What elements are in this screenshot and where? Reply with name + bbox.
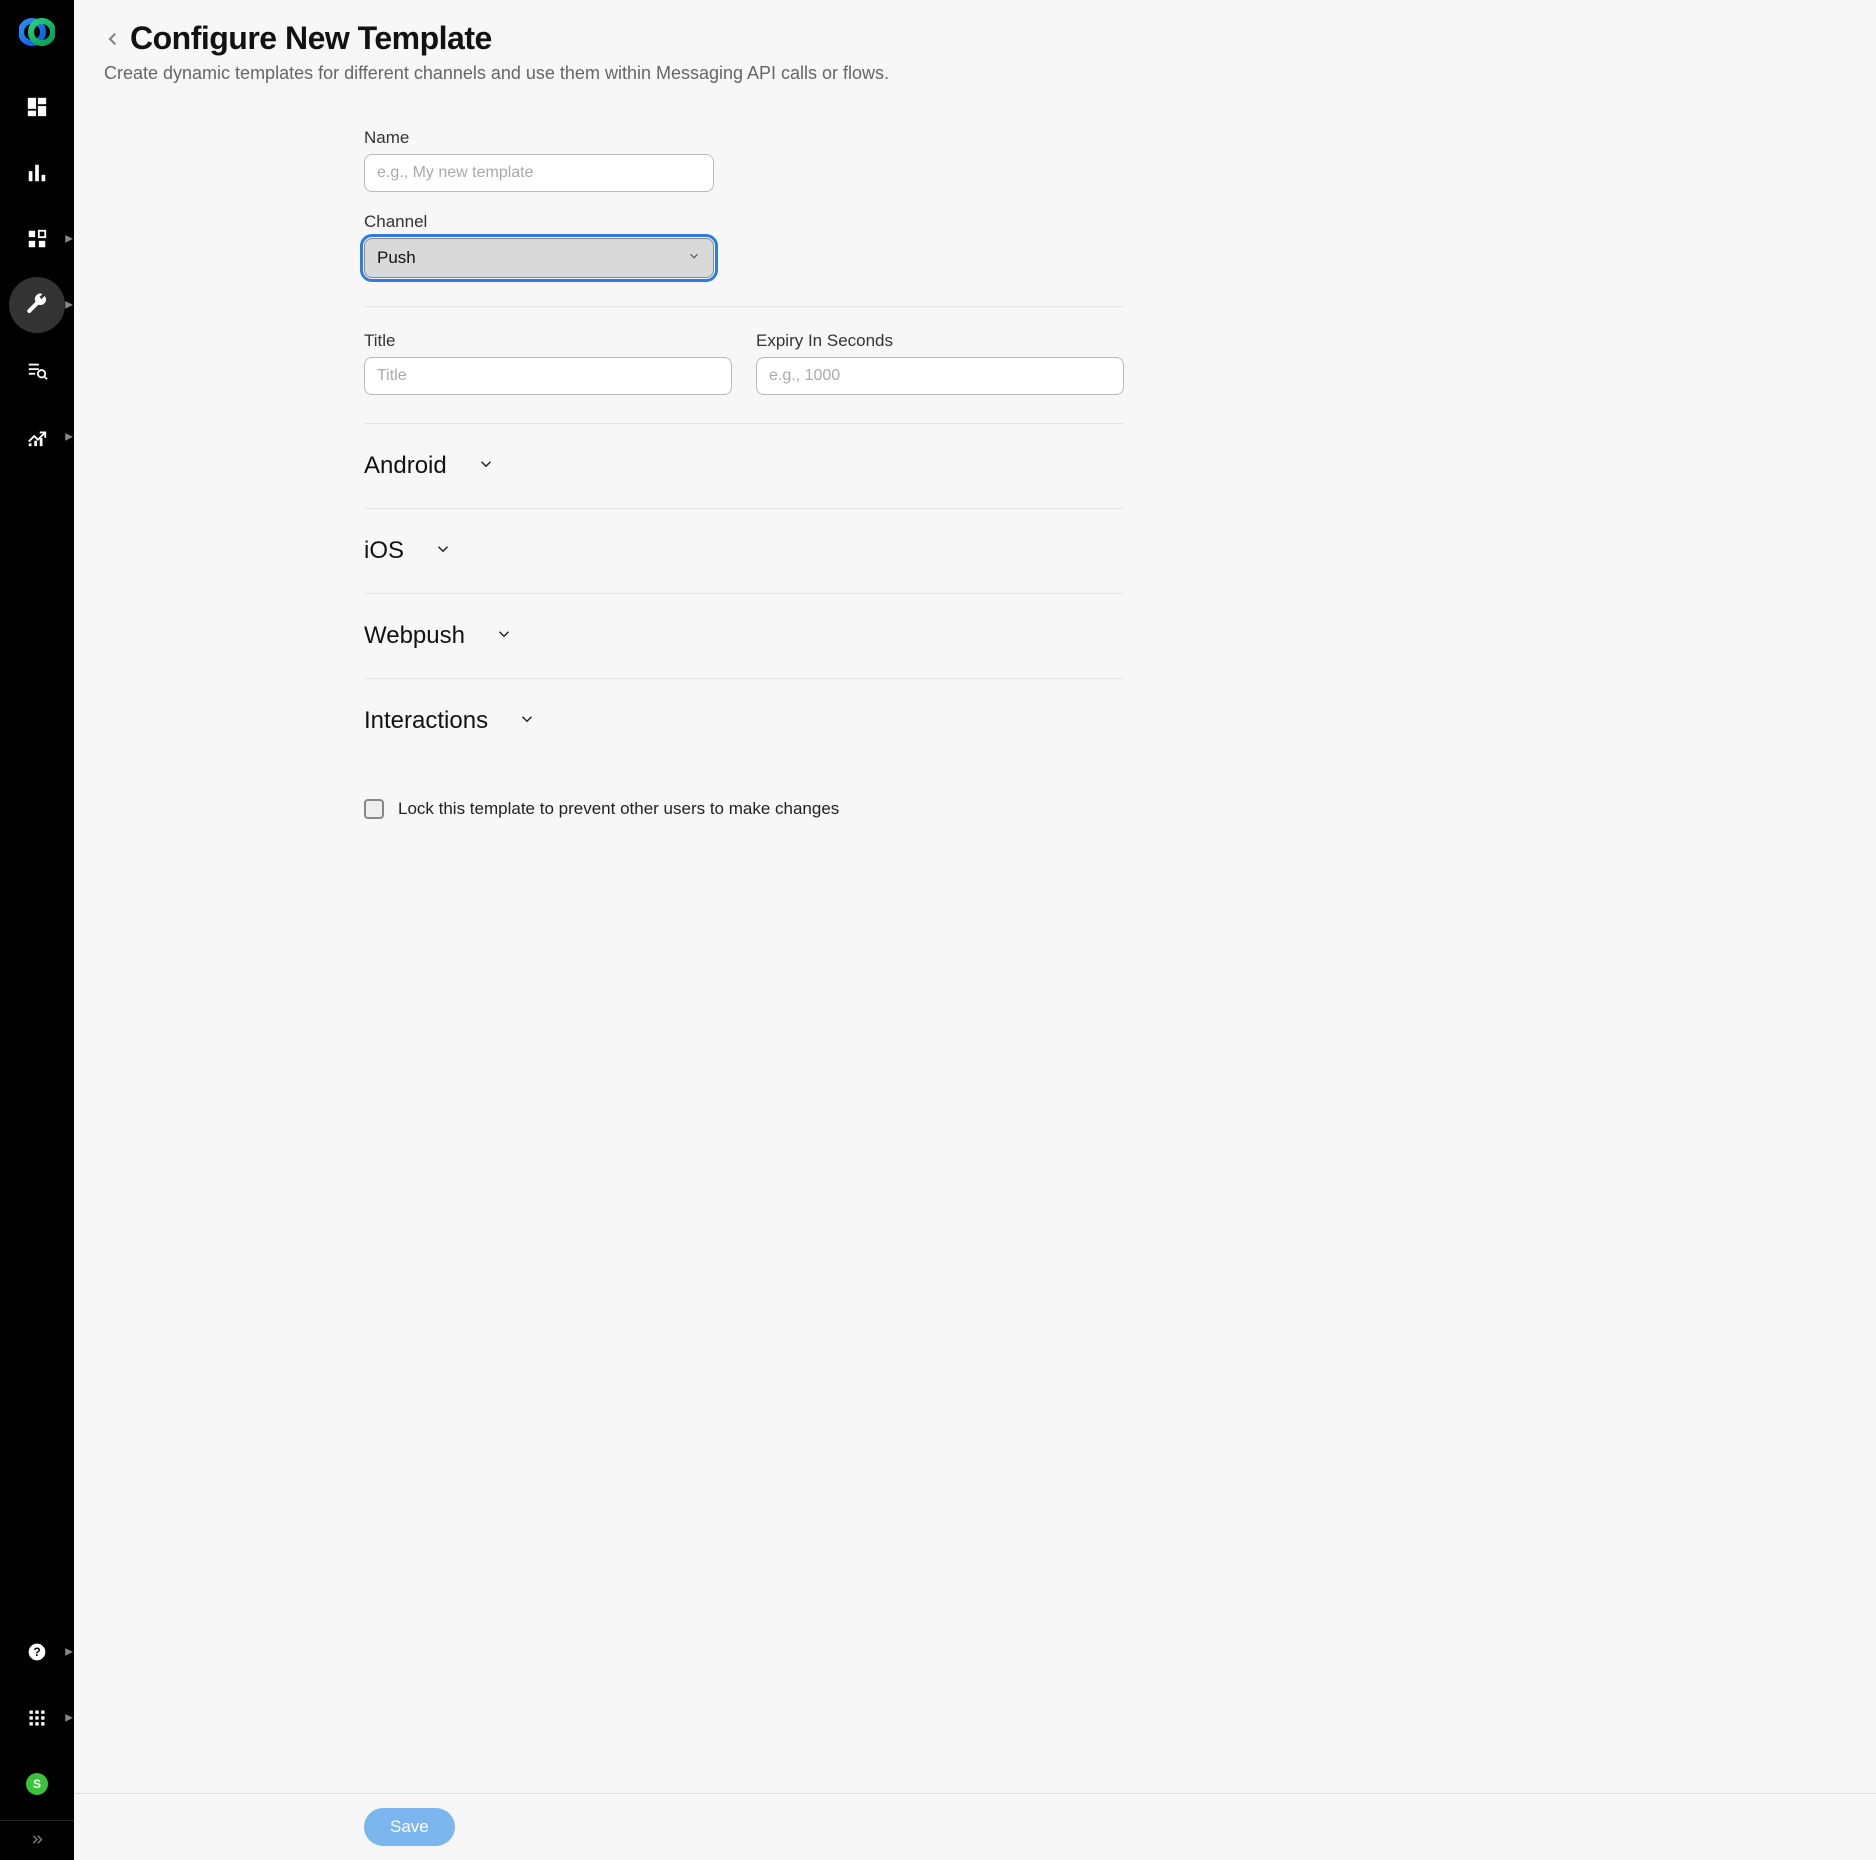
title-input[interactable] [364, 357, 732, 395]
channel-selected-value: Push [377, 248, 416, 268]
nav-stats[interactable] [9, 145, 65, 201]
accordion-webpush-label: Webpush [364, 622, 465, 650]
main: Configure New Template Create dynamic te… [74, 0, 1876, 1860]
accordion-ios[interactable]: iOS [364, 509, 1124, 593]
accordion-ios-label: iOS [364, 537, 404, 565]
caret-right-icon: ▶ [65, 234, 73, 245]
wrench-icon [25, 293, 49, 317]
nav-dashboard[interactable] [9, 79, 65, 135]
footer: Save [74, 1793, 1876, 1860]
title-label: Title [364, 331, 732, 351]
sidebar: ▶ ▶ ▶ [0, 0, 74, 1860]
help-icon: ? [27, 1642, 47, 1662]
channel-select[interactable]: Push [364, 238, 714, 278]
chevron-down-icon [477, 452, 495, 480]
caret-right-icon: ▶ [65, 1713, 73, 1724]
header: Configure New Template Create dynamic te… [74, 0, 1876, 92]
nav-status[interactable]: S [9, 1756, 65, 1812]
grid-icon [27, 1708, 47, 1728]
name-label: Name [364, 128, 1124, 148]
trend-up-icon [26, 426, 48, 448]
nav-apps[interactable]: ▶ [9, 211, 65, 267]
caret-right-icon: ▶ [65, 432, 73, 443]
page-subtitle: Create dynamic templates for different c… [104, 63, 1846, 84]
bar-chart-icon [26, 162, 48, 184]
list-search-icon [26, 360, 48, 382]
chevron-down-icon [434, 537, 452, 565]
status-icon: S [26, 1773, 48, 1795]
expiry-label: Expiry In Seconds [756, 331, 1124, 351]
accordion-android[interactable]: Android [364, 424, 1124, 508]
save-button[interactable]: Save [364, 1808, 455, 1846]
chevron-down-icon [495, 622, 513, 650]
nav-tools[interactable]: ▶ [9, 277, 65, 333]
accordion-interactions[interactable]: Interactions [364, 679, 1124, 763]
accordion-webpush[interactable]: Webpush [364, 594, 1124, 678]
channel-label: Channel [364, 212, 1124, 232]
dashboard-icon [26, 96, 48, 118]
caret-right-icon: ▶ [65, 1647, 73, 1658]
accordion-interactions-label: Interactions [364, 707, 488, 735]
accordion-android-label: Android [364, 452, 447, 480]
expand-icon [28, 1832, 46, 1850]
nav-grid[interactable]: ▶ [9, 1690, 65, 1746]
expiry-input[interactable] [756, 357, 1124, 395]
lock-checkbox[interactable] [364, 799, 384, 819]
nav-help[interactable]: ? ▶ [9, 1624, 65, 1680]
back-button[interactable] [104, 25, 122, 53]
divider [364, 306, 1124, 307]
name-input[interactable] [364, 154, 714, 192]
chevron-left-icon [104, 25, 122, 53]
nav-growth[interactable]: ▶ [9, 409, 65, 465]
caret-right-icon: ▶ [65, 300, 73, 311]
status-letter: S [33, 1777, 41, 1791]
page-title: Configure New Template [130, 20, 492, 57]
svg-text:?: ? [33, 1646, 40, 1659]
chevron-down-icon [518, 707, 536, 735]
sidebar-collapse[interactable] [0, 1820, 74, 1860]
webex-logo[interactable] [19, 14, 55, 55]
nav-list-search[interactable] [9, 343, 65, 399]
chevron-down-icon [687, 248, 701, 268]
apps-grid-icon [26, 228, 48, 250]
form: Name Channel Push Title [364, 128, 1124, 819]
lock-label: Lock this template to prevent other user… [398, 799, 839, 819]
